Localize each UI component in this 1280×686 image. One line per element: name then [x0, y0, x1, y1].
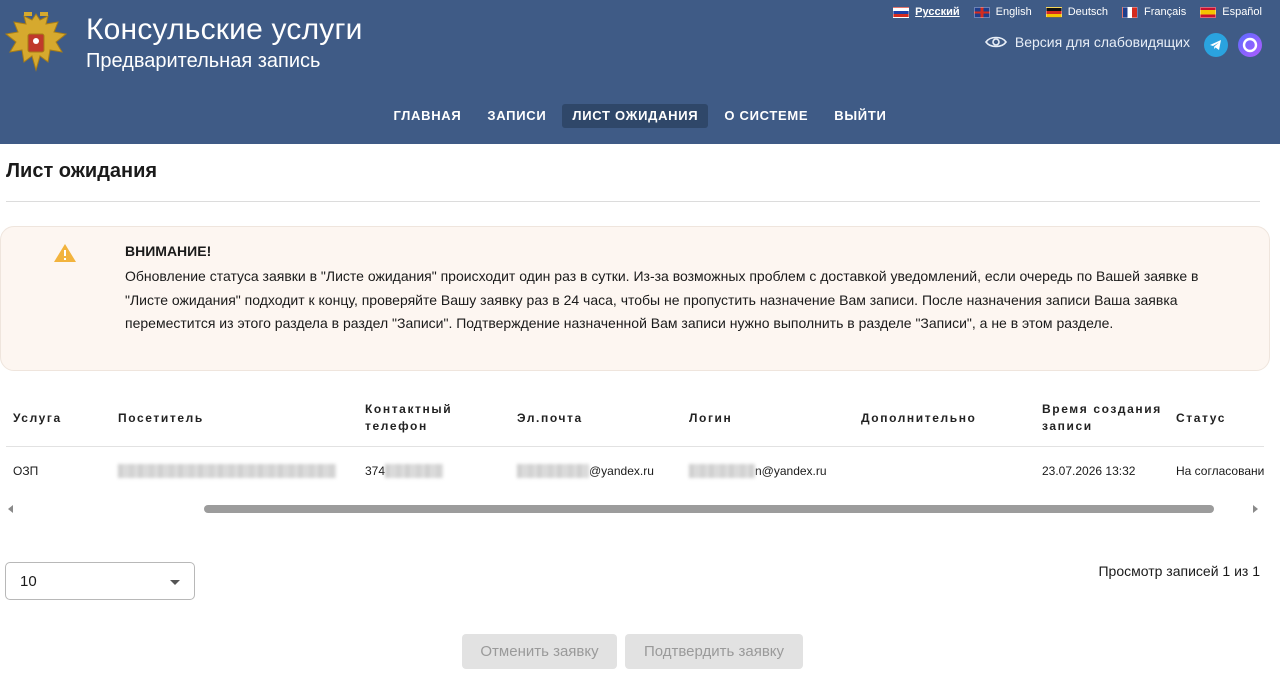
lang-english[interactable]: English [973, 4, 1032, 20]
cell-service: ОЗП [13, 464, 39, 478]
scroll-right-icon[interactable] [1253, 505, 1258, 513]
col-phone[interactable]: Контактный телефон [358, 390, 510, 447]
lang-label: Español [1222, 6, 1262, 18]
cell-visitor [111, 447, 358, 496]
flag-russia-icon [893, 6, 910, 18]
alert-title: ВНИМАНИЕ! [125, 243, 212, 259]
low-vision-label: Версия для слабовидящих [1014, 34, 1190, 50]
phone-prefix: 374 [365, 463, 386, 478]
cell-email: @yandex.ru [510, 447, 682, 496]
redacted-login [689, 464, 755, 479]
redacted-email [517, 464, 589, 479]
flag-spain-icon [1200, 6, 1217, 18]
records-info: Просмотр записей 1 из 1 [1098, 563, 1260, 579]
cancel-request-button[interactable]: Отменить заявку [462, 634, 617, 669]
flag-france-icon [1122, 6, 1139, 18]
max-messenger-icon[interactable] [1238, 33, 1262, 57]
lang-label: English [995, 6, 1032, 18]
main-nav: ГЛАВНАЯ ЗАПИСИ ЛИСТ ОЖИДАНИЯ О СИСТЕМЕ В… [0, 104, 1280, 128]
col-login[interactable]: Логин [682, 390, 854, 447]
table-header-row: Услуга Посетитель Контактный телефон Эл.… [6, 390, 1264, 447]
nav-waiting-list[interactable]: ЛИСТ ОЖИДАНИЯ [562, 104, 709, 128]
email-domain: @yandex.ru [589, 463, 654, 478]
max-logo-icon [1242, 37, 1258, 53]
site-header: Консульские услуги Предварительная запис… [0, 0, 1280, 144]
nav-logout[interactable]: ВЫЙТИ [824, 104, 896, 128]
confirm-request-button[interactable]: Подтвердить заявку [625, 634, 803, 669]
nav-appointments[interactable]: ЗАПИСИ [477, 104, 556, 128]
telegram-plane-icon [1210, 40, 1221, 50]
site-subtitle: Предварительная запись [86, 50, 321, 72]
site-title: Консульские услуги [86, 13, 363, 46]
low-vision-version-link[interactable]: Версия для слабовидящих [984, 34, 1190, 50]
warning-alert: ВНИМАНИЕ! Обновление статуса заявки в "Л… [0, 226, 1270, 371]
title-divider [6, 201, 1260, 202]
redacted-phone [385, 464, 444, 479]
login-domain: n@yandex.ru [755, 463, 827, 478]
cell-login: n@yandex.ru [682, 447, 854, 496]
cell-status: На согласовании [1176, 464, 1264, 478]
horizontal-scrollbar[interactable] [6, 503, 1260, 515]
nav-home[interactable]: ГЛАВНАЯ [383, 104, 471, 128]
flag-uk-icon [973, 6, 990, 18]
cell-created: 23.07.2026 13:32 [1042, 464, 1136, 478]
redacted-visitor-name [118, 464, 336, 479]
lang-spanish[interactable]: Español [1200, 4, 1262, 20]
coat-of-arms-icon [4, 12, 68, 72]
lang-russian[interactable]: Русский [893, 4, 960, 20]
col-email[interactable]: Эл.почта [510, 390, 682, 447]
alert-text: Обновление статуса заявки в "Листе ожида… [125, 268, 1199, 331]
nav-about[interactable]: О СИСТЕМЕ [714, 104, 818, 128]
col-service[interactable]: Услуга [6, 390, 111, 447]
caret-down-icon [170, 580, 180, 585]
telegram-icon[interactable] [1204, 33, 1228, 57]
col-visitor[interactable]: Посетитель [111, 390, 358, 447]
lang-label: Русский [915, 6, 960, 18]
table-row[interactable]: ОЗП 374 @yandex.ru n@yandex.ru 23.07.202… [6, 447, 1264, 496]
col-status[interactable]: Статус [1169, 390, 1264, 447]
language-switcher: Русский English Deutsch Français Español [893, 4, 1262, 20]
page-title: Лист ожидания [6, 160, 158, 182]
col-created[interactable]: Время создания записи [1035, 390, 1169, 447]
lang-german[interactable]: Deutsch [1045, 4, 1109, 20]
cell-extra [854, 447, 1035, 496]
page-size-select[interactable]: 10 [5, 562, 195, 600]
lang-label: Deutsch [1067, 6, 1109, 18]
waiting-list-table: Услуга Посетитель Контактный телефон Эл.… [6, 390, 1264, 495]
warning-icon [54, 244, 76, 262]
scrollbar-thumb[interactable] [204, 505, 1214, 513]
lang-french[interactable]: Français [1122, 4, 1186, 20]
cell-phone: 374 [358, 447, 510, 496]
flag-germany-icon [1045, 6, 1062, 18]
page-size-value: 10 [20, 573, 37, 590]
eye-icon [984, 36, 1007, 48]
col-extra[interactable]: Дополнительно [854, 390, 1035, 447]
lang-label: Français [1144, 6, 1187, 18]
scroll-left-icon[interactable] [8, 505, 13, 513]
